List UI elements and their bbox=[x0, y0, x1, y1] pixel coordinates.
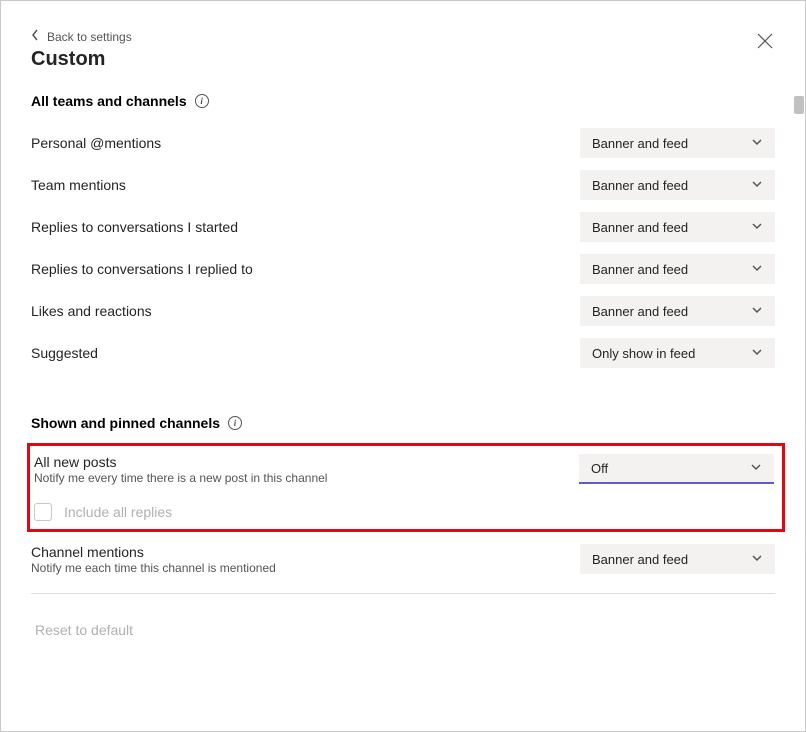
dropdown-value: Off bbox=[591, 461, 608, 476]
row-channel-mentions: Channel mentions Notify me each time thi… bbox=[31, 544, 775, 594]
reset-to-default-link[interactable]: Reset to default bbox=[35, 622, 775, 638]
chevron-down-icon bbox=[751, 220, 763, 235]
dropdown-value: Banner and feed bbox=[592, 220, 688, 235]
checkbox-label: Include all replies bbox=[64, 504, 172, 520]
setting-label: All new posts bbox=[34, 454, 579, 470]
dropdown-all-new-posts[interactable]: Off bbox=[579, 454, 774, 484]
setting-label: Team mentions bbox=[31, 177, 580, 193]
setting-label: Suggested bbox=[31, 345, 580, 361]
page-title: Custom bbox=[31, 48, 775, 71]
chevron-down-icon bbox=[750, 461, 762, 476]
chevron-left-icon bbox=[31, 29, 39, 44]
close-button[interactable] bbox=[757, 33, 773, 54]
row-suggested: Suggested Only show in feed bbox=[31, 335, 775, 371]
back-to-settings-link[interactable]: Back to settings bbox=[31, 29, 775, 44]
include-replies-checkbox[interactable] bbox=[34, 503, 52, 521]
info-icon[interactable]: i bbox=[195, 94, 209, 108]
setting-label: Personal @mentions bbox=[31, 135, 580, 151]
dropdown-likes-reactions[interactable]: Banner and feed bbox=[580, 296, 775, 326]
row-team-mentions: Team mentions Banner and feed bbox=[31, 167, 775, 203]
dropdown-value: Banner and feed bbox=[592, 304, 688, 319]
dropdown-team-mentions[interactable]: Banner and feed bbox=[580, 170, 775, 200]
scrollbar-thumb[interactable] bbox=[794, 96, 804, 114]
dropdown-channel-mentions[interactable]: Banner and feed bbox=[580, 544, 775, 574]
row-likes-reactions: Likes and reactions Banner and feed bbox=[31, 293, 775, 329]
setting-label: Replies to conversations I started bbox=[31, 219, 580, 235]
chevron-down-icon bbox=[751, 136, 763, 151]
back-label: Back to settings bbox=[47, 30, 132, 44]
row-replies-replied: Replies to conversations I replied to Ba… bbox=[31, 251, 775, 287]
section-heading: All teams and channels bbox=[31, 93, 187, 109]
highlighted-setting-box: All new posts Notify me every time there… bbox=[27, 443, 785, 532]
row-personal-mentions: Personal @mentions Banner and feed bbox=[31, 125, 775, 161]
dropdown-value: Banner and feed bbox=[592, 262, 688, 277]
chevron-down-icon bbox=[751, 304, 763, 319]
setting-label: Likes and reactions bbox=[31, 303, 580, 319]
dropdown-replies-started[interactable]: Banner and feed bbox=[580, 212, 775, 242]
dropdown-value: Banner and feed bbox=[592, 178, 688, 193]
dropdown-personal-mentions[interactable]: Banner and feed bbox=[580, 128, 775, 158]
row-include-replies: Include all replies bbox=[34, 503, 774, 521]
scrollbar-track[interactable] bbox=[793, 1, 805, 731]
setting-sublabel: Notify me every time there is a new post… bbox=[34, 471, 579, 485]
chevron-down-icon bbox=[751, 346, 763, 361]
row-replies-started: Replies to conversations I started Banne… bbox=[31, 209, 775, 245]
chevron-down-icon bbox=[751, 552, 763, 567]
dropdown-value: Banner and feed bbox=[592, 552, 688, 567]
setting-sublabel: Notify me each time this channel is ment… bbox=[31, 561, 580, 575]
dropdown-replies-replied[interactable]: Banner and feed bbox=[580, 254, 775, 284]
chevron-down-icon bbox=[751, 262, 763, 277]
info-icon[interactable]: i bbox=[228, 416, 242, 430]
setting-label: Channel mentions bbox=[31, 544, 580, 560]
section-all-teams-header: All teams and channels i bbox=[31, 93, 775, 109]
dropdown-suggested[interactable]: Only show in feed bbox=[580, 338, 775, 368]
row-all-new-posts: All new posts Notify me every time there… bbox=[34, 454, 774, 485]
dropdown-value: Banner and feed bbox=[592, 136, 688, 151]
section-shown-pinned-header: Shown and pinned channels i bbox=[31, 415, 775, 431]
settings-panel: Back to settings Custom All teams and ch… bbox=[0, 0, 806, 732]
setting-label: Replies to conversations I replied to bbox=[31, 261, 580, 277]
chevron-down-icon bbox=[751, 178, 763, 193]
section-heading: Shown and pinned channels bbox=[31, 415, 220, 431]
dropdown-value: Only show in feed bbox=[592, 346, 695, 361]
